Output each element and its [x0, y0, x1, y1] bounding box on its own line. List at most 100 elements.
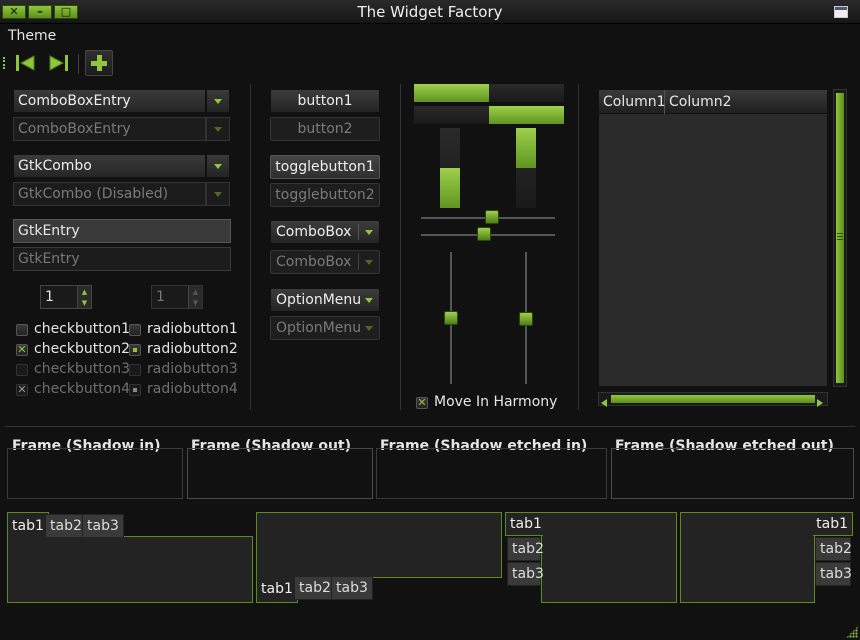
button1[interactable]: button1: [270, 89, 380, 113]
vscale-2-handle[interactable]: [519, 312, 533, 326]
spinbutton-1-value: 1: [45, 289, 54, 305]
spinbutton-2: 1 ▲ ▼: [151, 285, 203, 309]
chevron-down-icon: [365, 259, 373, 265]
gtkcombo-1-arrow[interactable]: [206, 154, 230, 178]
notebook-bottom-tab1[interactable]: tab1: [256, 576, 298, 603]
spinbutton-2-value: 1: [156, 289, 165, 305]
gtkentry-1[interactable]: GtkEntry: [13, 219, 231, 243]
radiobutton1-label[interactable]: radiobutton1: [147, 321, 238, 337]
gtkentry-2: GtkEntry: [13, 247, 231, 271]
notebook-right-tab3[interactable]: tab3: [815, 562, 852, 586]
radiobutton4-label: radiobutton4: [147, 381, 238, 397]
tree-view[interactable]: Column1 Column2: [598, 89, 828, 387]
separator: [250, 84, 251, 410]
goto-last-icon[interactable]: [44, 50, 72, 76]
hprogress-1-fill: [414, 84, 489, 102]
resize-grip-icon[interactable]: [846, 626, 858, 638]
gtkcombo-1[interactable]: GtkCombo: [13, 154, 206, 178]
checkbutton2-label[interactable]: checkbutton2: [34, 341, 130, 357]
hscale-1-handle[interactable]: [485, 210, 499, 224]
menu-theme[interactable]: Theme: [8, 28, 56, 44]
scroll-right-icon[interactable]: [817, 395, 823, 407]
togglebutton2: togglebutton2: [270, 183, 380, 207]
optionmenu-2-label: OptionMenu: [276, 320, 362, 336]
radiobutton4-box: [129, 384, 141, 396]
comboboxentry-1[interactable]: ComboBoxEntry: [13, 89, 206, 113]
gtkcombo-2-arrow: [206, 182, 230, 206]
notebook-left-tab1[interactable]: tab1: [505, 512, 543, 536]
togglebutton1[interactable]: togglebutton1: [270, 155, 380, 179]
arrow-up-icon[interactable]: ▲: [77, 286, 91, 297]
tree-vscrollbar[interactable]: [833, 89, 847, 387]
scroll-left-icon[interactable]: [601, 395, 607, 407]
frame-shadow-out: [187, 448, 373, 499]
toolbar-grip-icon[interactable]: [3, 57, 6, 69]
notebook-right-tab1[interactable]: tab1: [813, 512, 853, 536]
add-icon[interactable]: [85, 50, 113, 76]
combobox-2-label: ComboBox: [276, 254, 352, 270]
hprogress-2-fill: [489, 106, 564, 124]
spinbutton-1-stepper[interactable]: ▲ ▼: [77, 286, 91, 308]
checkbutton2-box[interactable]: ✕: [16, 344, 28, 356]
separator: [5, 426, 855, 427]
spinbutton-2-stepper: ▲ ▼: [188, 286, 202, 308]
combobox-1[interactable]: ComboBox: [270, 220, 380, 244]
arrow-down-icon: ▼: [188, 297, 202, 308]
window-menu-icon[interactable]: [834, 6, 848, 18]
vprogress-1-fill: [440, 168, 460, 208]
optionmenu-1[interactable]: OptionMenu: [270, 288, 380, 312]
gtkcombo-2: GtkCombo (Disabled): [13, 182, 206, 206]
notebook-bottom-tab2[interactable]: tab2: [294, 576, 336, 600]
column-header-2[interactable]: Column2: [665, 90, 827, 114]
move-in-harmony-label[interactable]: Move In Harmony: [434, 394, 557, 410]
radiobutton2-box[interactable]: [129, 344, 141, 356]
separator: [578, 84, 579, 410]
notebook-top-tab3[interactable]: tab3: [82, 514, 124, 538]
checkbutton1-label[interactable]: checkbutton1: [34, 321, 130, 337]
tree-vscrollbar-thumb[interactable]: [836, 93, 844, 383]
frame-shadow-in: [7, 448, 183, 499]
spinbutton-1[interactable]: 1 ▲ ▼: [40, 285, 92, 309]
button2: button2: [270, 117, 380, 141]
notebook-right-tab2[interactable]: tab2: [815, 537, 852, 561]
comboboxentry-1-arrow[interactable]: [206, 89, 230, 113]
notebook-left-tab2[interactable]: tab2: [507, 537, 544, 561]
notebook-right-page: [680, 512, 815, 603]
radio-selected-indicator: [133, 388, 137, 392]
checkbutton4-label: checkbutton4: [34, 381, 131, 397]
vscale-1-handle[interactable]: [444, 311, 458, 325]
tree-hscrollbar[interactable]: [598, 392, 828, 407]
notebook-left-tab3[interactable]: tab3: [507, 562, 544, 586]
hscale-2-handle[interactable]: [477, 227, 491, 241]
notebook-top-page: [7, 536, 253, 603]
frame-shadow-etched-out: [611, 448, 854, 499]
notebook-top-tab1[interactable]: tab1: [7, 512, 49, 538]
checkbutton4-box: ✕: [16, 383, 28, 396]
checkbutton3-box: [16, 364, 28, 376]
toolbar: [0, 48, 860, 80]
window-title: The Widget Factory: [357, 3, 503, 21]
goto-first-icon[interactable]: [12, 50, 40, 76]
notebook-bottom-page: [256, 512, 502, 578]
toolbar-separator: [78, 54, 79, 74]
optionmenu-1-label: OptionMenu: [276, 292, 362, 308]
radiobutton2-label[interactable]: radiobutton2: [147, 341, 238, 357]
notebook-top-tab2[interactable]: tab2: [45, 514, 87, 538]
checkbutton1-box[interactable]: [16, 324, 28, 336]
chevron-down-icon: [365, 229, 373, 235]
tree-header: Column1 Column2: [599, 90, 827, 114]
combobox-2: ComboBox: [270, 250, 380, 274]
comboboxentry-2-arrow: [206, 117, 230, 141]
notebook-bottom-tab3[interactable]: tab3: [331, 576, 373, 600]
arrow-up-icon: ▲: [188, 286, 202, 297]
chevron-down-icon: [365, 325, 373, 331]
radio-selected-indicator: [133, 348, 137, 352]
move-in-harmony-checkbox[interactable]: ✕: [416, 397, 428, 409]
tree-hscrollbar-thumb[interactable]: [611, 395, 815, 403]
comboboxentry-2: ComboBoxEntry: [13, 117, 206, 141]
vprogress-2-fill: [516, 128, 536, 168]
column-header-1[interactable]: Column1: [599, 90, 666, 114]
arrow-down-icon[interactable]: ▼: [77, 297, 91, 308]
optionmenu-2: OptionMenu: [270, 316, 380, 340]
radiobutton1-box[interactable]: [129, 324, 141, 336]
